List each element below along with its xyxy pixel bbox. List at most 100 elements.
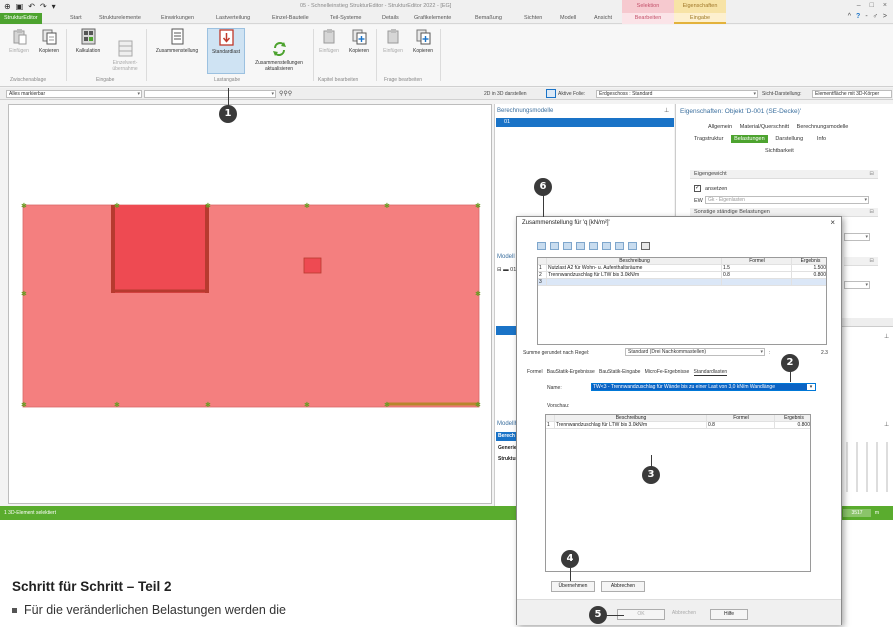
active-layer-dropdown[interactable]: Erdgeschoss : Standard ▾ — [596, 90, 758, 98]
tab-struktureditor[interactable]: StrukturEditor — [0, 13, 42, 24]
redo-icon[interactable]: ↷ — [40, 2, 47, 11]
save-icon[interactable] — [641, 242, 650, 250]
view-mode-dropdown[interactable]: Elementfläche mit 3D-Körper — [812, 90, 892, 98]
paste-button[interactable]: Einfügen — [6, 28, 32, 54]
insert-row-icon[interactable] — [537, 242, 546, 250]
row-description[interactable] — [547, 279, 722, 286]
pin-icon[interactable]: ⊥ — [884, 333, 889, 340]
standard-load-button[interactable]: Standardlast — [207, 28, 245, 74]
ew-dropdown[interactable]: Gk - Eigenlasten ▾ — [705, 196, 869, 204]
section-eigengewicht[interactable]: Eigengewicht ⊟ — [690, 170, 878, 179]
binoculars-icon[interactable]: ⚲⚲⚲ — [279, 90, 292, 97]
calculation-model-item[interactable]: 01 — [496, 118, 674, 127]
tab-material-querschnitt[interactable]: Material/Querschnitt — [740, 124, 789, 130]
maximize-icon[interactable]: □ — [870, 2, 874, 9]
ansetzen-checkbox[interactable]: ✓ — [694, 185, 701, 192]
column-element[interactable] — [303, 257, 322, 274]
help-dropdown-icon[interactable]: - — [865, 13, 867, 20]
restore-icon[interactable]: ♂ — [873, 13, 878, 20]
customize-qat-icon[interactable]: ▾ — [52, 2, 56, 11]
table-row[interactable]: 3 — [538, 279, 826, 286]
tab-teil-systeme[interactable]: Teil-Systeme — [330, 13, 361, 24]
move-up-icon[interactable] — [563, 242, 572, 250]
export-icon[interactable] — [628, 242, 637, 250]
tab-berechnungsmodelle[interactable]: Berechnungsmodelle — [797, 124, 849, 130]
ok-button[interactable]: OK — [617, 609, 665, 620]
tab-sichtbarkeit[interactable]: Sichtbarkeit — [765, 148, 794, 154]
standard-load-name-dropdown[interactable]: TW<3 - Trennwandzuschlag für Wände bis z… — [591, 383, 816, 391]
collapse-icon[interactable]: ⊟ — [869, 170, 874, 179]
row-formula[interactable]: 1.5 — [722, 265, 792, 272]
move-down-icon[interactable] — [576, 242, 585, 250]
rounding-dropdown[interactable]: Standard (Drei Nachkommastellen) ▾ — [625, 348, 765, 356]
import-icon[interactable] — [615, 242, 624, 250]
drawing-canvas[interactable]: ✱ ✱ ✱ ✱ ✱ ✱ ✱ ✱ ✱ ✱ ✱ ✱ ✱ ✱ — [8, 104, 492, 504]
save-icon[interactable]: ▣ — [16, 2, 24, 11]
dialog-close-icon[interactable]: × — [830, 218, 835, 227]
property-dropdown-1[interactable]: ▾ — [844, 233, 870, 241]
tab-modell[interactable]: Modell — [560, 13, 576, 24]
tab-einwirkungen[interactable]: Einwirkungen — [161, 13, 194, 24]
question-paste-button[interactable]: Einfügen — [380, 28, 406, 54]
chapter-paste-button[interactable]: Einfügen — [316, 28, 342, 54]
row-formula[interactable] — [722, 279, 792, 286]
tab-ansicht[interactable]: Ansicht — [594, 13, 612, 24]
single-value-transfer-button[interactable]: Einzelwert- übernahme — [106, 28, 144, 72]
property-dropdown-2[interactable]: ▾ — [844, 281, 870, 289]
more-icon[interactable]: > — [883, 13, 887, 20]
dialog-tab-microfe-results[interactable]: MicroFe-Ergebnisse — [645, 369, 690, 375]
pin-icon[interactable]: ⊥ — [884, 421, 889, 428]
undo-icon[interactable]: ↶ — [28, 2, 35, 11]
tab-allgemein[interactable]: Allgemein — [708, 124, 732, 130]
apply-button[interactable]: Übernehmen — [551, 581, 595, 592]
dialog-tab-standard-loads[interactable]: Standardlasten — [693, 369, 728, 376]
dialog-tab-formula[interactable]: Formel — [527, 369, 543, 375]
collapse-icon[interactable]: ⊟ — [869, 257, 874, 266]
collapse-ribbon-icon[interactable]: ^ — [848, 13, 851, 20]
tab-einzel-bauteile[interactable]: Einzel-Bauteile — [272, 13, 309, 24]
tab-bearbeiten[interactable]: Bearbeiten — [622, 13, 674, 24]
tab-grafikelemente[interactable]: Grafikelemente — [414, 13, 451, 24]
cancel-button[interactable]: Abbrechen — [664, 609, 704, 620]
search-dropdown[interactable]: ▾ — [144, 90, 276, 98]
tab-info[interactable]: Info — [817, 136, 826, 142]
app-logo-icon[interactable]: ⊕ — [4, 2, 11, 11]
collapse-icon[interactable]: ⊟ — [869, 208, 874, 217]
calculation-button[interactable]: Kalkulation — [68, 28, 108, 54]
tab-lastverteilung[interactable]: Lastverteilung — [216, 13, 250, 24]
tab-sichten[interactable]: Sichten — [524, 13, 542, 24]
table-row[interactable]: 1 Nutzlast A2 für Wohn- u. Aufenthaltsrä… — [538, 265, 826, 272]
layer-icon[interactable] — [546, 89, 556, 98]
cancel-inner-button[interactable]: Abbrechen — [601, 581, 645, 592]
help-button[interactable]: Hilfe — [710, 609, 748, 620]
tab-eingabe[interactable]: Eingabe — [674, 13, 726, 24]
slab-area[interactable] — [22, 204, 480, 408]
tab-bemassung[interactable]: Bemaßung — [475, 13, 502, 24]
tab-start[interactable]: Start — [70, 13, 82, 24]
tab-darstellung[interactable]: Darstellung — [775, 136, 803, 142]
tab-strukturelemente[interactable]: Strukturelemente — [99, 13, 141, 24]
model-tree-item[interactable]: ⊟ ▬ 01 — [497, 267, 516, 273]
dialog-tab-baustatik-input[interactable]: BauStatik-Eingabe — [599, 369, 640, 375]
minimize-icon[interactable]: – — [857, 2, 861, 9]
slab-recess[interactable] — [113, 205, 207, 293]
compilation-button[interactable]: Zusammenstellung — [148, 28, 206, 54]
tab-belastungen[interactable]: Belastungen — [731, 135, 768, 143]
section-collapsed-1[interactable]: ⊟ — [844, 257, 878, 266]
selection-filter-dropdown[interactable]: Alles markierbar ▾ — [6, 90, 142, 98]
table-row[interactable]: 2 Trennwandzuschlag für LTW bis 3.0kN/m … — [538, 272, 826, 279]
row-description[interactable]: Trennwandzuschlag für LTW bis 3.0kN/m — [547, 272, 722, 279]
row-description[interactable]: Nutzlast A2 für Wohn- u. Aufenthaltsräum… — [547, 265, 722, 272]
paste-row-icon[interactable] — [602, 242, 611, 250]
dialog-tab-baustatik-results[interactable]: BauStatik-Ergebnisse — [547, 369, 595, 375]
update-compilations-button[interactable]: Zusammenstellungen aktualisieren — [246, 28, 312, 72]
help-icon[interactable]: ? — [856, 13, 860, 20]
tab-details[interactable]: Details — [382, 13, 399, 24]
delete-row-icon[interactable] — [550, 242, 559, 250]
toggle-2d-in-3d[interactable]: 2D in 3D darstellen — [484, 91, 527, 97]
pin-icon[interactable]: ⊥ — [664, 107, 669, 114]
tab-tragstruktur[interactable]: Tragstruktur — [694, 136, 723, 142]
copy-row-icon[interactable] — [589, 242, 598, 250]
copy-button[interactable]: Kopieren — [34, 28, 64, 54]
close-window-icon[interactable]: × — [883, 2, 887, 9]
